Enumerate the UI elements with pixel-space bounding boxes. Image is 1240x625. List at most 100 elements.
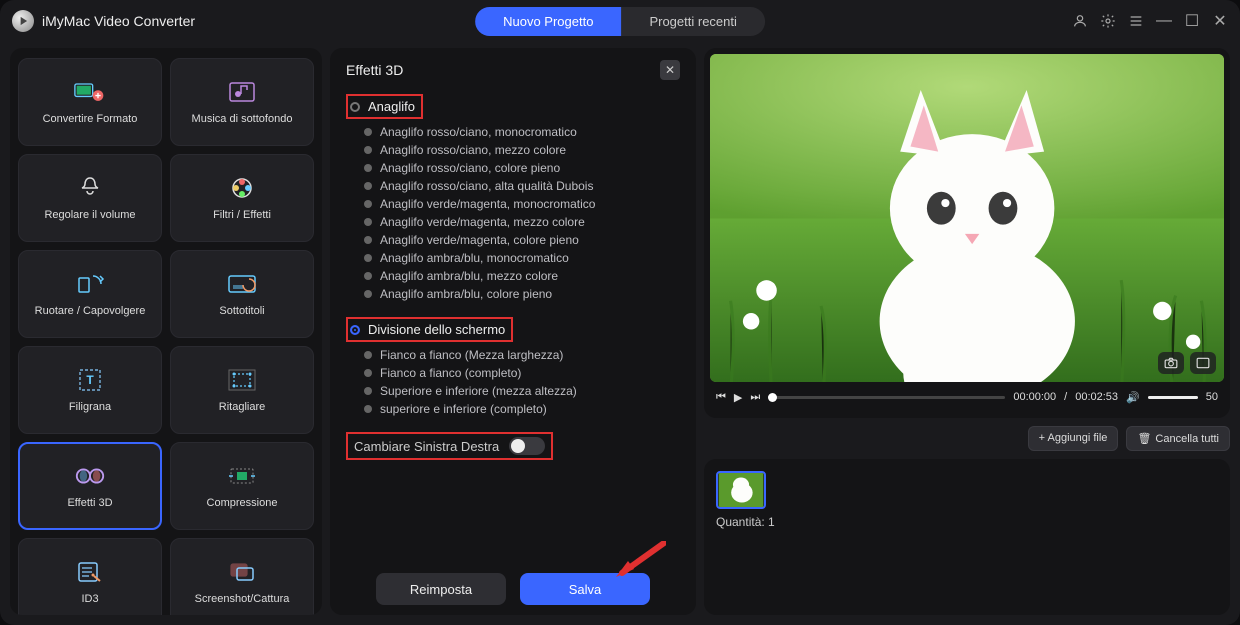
app-title: iMyMac Video Converter xyxy=(42,13,195,29)
option-label: Anaglifo rosso/ciano, alta qualità Duboi… xyxy=(380,179,593,193)
option-label: Superiore e inferiore (mezza altezza) xyxy=(380,384,577,398)
watermark-icon: T xyxy=(74,367,106,393)
sidebar-item-background-music[interactable]: Musica di sottofondo xyxy=(170,58,314,146)
tab-new-project[interactable]: Nuovo Progetto xyxy=(475,7,621,36)
sidebar-item-adjust-volume[interactable]: Regolare il volume xyxy=(18,154,162,242)
sidebar-item-subtitles[interactable]: Sottotitoli xyxy=(170,250,314,338)
svg-text:T: T xyxy=(86,373,94,387)
option-label: Fianco a fianco (Mezza larghezza) xyxy=(380,348,563,362)
reset-button[interactable]: Reimposta xyxy=(376,573,506,605)
clear-all-button[interactable]: 🗑Cancella tutti xyxy=(1126,426,1230,451)
group-anaglyph-label: Anaglifo xyxy=(368,99,415,114)
close-button[interactable]: ✕ xyxy=(1212,13,1228,29)
sidebar-item-label: Filtri / Effetti xyxy=(213,209,271,221)
sidebar-item-filters-effects[interactable]: Filtri / Effetti xyxy=(170,154,314,242)
swap-lr-toggle[interactable] xyxy=(509,437,545,455)
seek-bar[interactable] xyxy=(768,396,1005,399)
split-option[interactable]: Fianco a fianco (completo) xyxy=(364,364,680,382)
tab-recent-projects[interactable]: Progetti recenti xyxy=(621,7,764,36)
sidebar-item-compression[interactable]: Compressione xyxy=(170,442,314,530)
option-label: Fianco a fianco (completo) xyxy=(380,366,521,380)
volume-icon[interactable]: 🔊 xyxy=(1126,391,1140,404)
rotate-flip-icon xyxy=(74,271,106,297)
option-label: Anaglifo rosso/ciano, colore pieno xyxy=(380,161,560,175)
split-option[interactable]: Fianco a fianco (Mezza larghezza) xyxy=(364,346,680,364)
snapshot-button[interactable] xyxy=(1158,352,1184,374)
anaglyph-option[interactable]: Anaglifo ambra/blu, monocromatico xyxy=(364,249,680,267)
anaglyph-option[interactable]: Anaglifo verde/magenta, monocromatico xyxy=(364,195,680,213)
radio-off-icon xyxy=(350,102,360,112)
player-controls: ⏮ ▶ ⏭ 00:00:00 / 00:02:53 🔊 50 xyxy=(710,382,1224,412)
sidebar-item-rotate-flip[interactable]: Ruotare / Capovolgere xyxy=(18,250,162,338)
menu-icon[interactable] xyxy=(1128,13,1144,29)
fullscreen-button[interactable] xyxy=(1190,352,1216,374)
bullet-icon xyxy=(364,128,372,136)
option-label: Anaglifo verde/magenta, monocromatico xyxy=(380,197,595,211)
option-label: Anaglifo verde/magenta, colore pieno xyxy=(380,233,579,247)
next-button[interactable]: ⏭ xyxy=(750,391,760,404)
option-label: Anaglifo ambra/blu, mezzo colore xyxy=(380,269,558,283)
anaglyph-option[interactable]: Anaglifo ambra/blu, colore pieno xyxy=(364,285,680,303)
bullet-icon xyxy=(364,236,372,244)
file-thumbnail[interactable] xyxy=(716,471,766,509)
anaglyph-option[interactable]: Anaglifo rosso/ciano, alta qualità Duboi… xyxy=(364,177,680,195)
anaglyph-option[interactable]: Anaglifo verde/magenta, colore pieno xyxy=(364,231,680,249)
file-list: Quantità: 1 xyxy=(704,459,1230,615)
minimize-button[interactable]: — xyxy=(1156,13,1172,29)
compression-icon xyxy=(226,463,258,489)
screenshot-capture-icon xyxy=(226,559,258,585)
anaglyph-option[interactable]: Anaglifo rosso/ciano, mezzo colore xyxy=(364,141,680,159)
anaglyph-option[interactable]: Anaglifo ambra/blu, mezzo colore xyxy=(364,267,680,285)
bullet-icon xyxy=(364,164,372,172)
sidebar: Convertire Formato Musica di sottofondoRe… xyxy=(10,48,322,615)
bullet-icon xyxy=(364,218,372,226)
sidebar-item-id3[interactable]: ID3 xyxy=(18,538,162,615)
bullet-icon xyxy=(364,369,372,377)
sidebar-item-label: ID3 xyxy=(81,593,98,605)
background-music-icon xyxy=(226,79,258,105)
sidebar-item-label: Ritagliare xyxy=(219,401,265,413)
volume-bar[interactable] xyxy=(1148,396,1198,399)
group-anaglyph[interactable]: Anaglifo xyxy=(346,94,423,119)
bullet-icon xyxy=(364,405,372,413)
anaglyph-option[interactable]: Anaglifo rosso/ciano, monocromatico xyxy=(364,123,680,141)
settings-icon[interactable] xyxy=(1100,13,1116,29)
sidebar-item-label: Screenshot/Cattura xyxy=(195,593,290,605)
volume-value: 50 xyxy=(1206,391,1218,403)
close-panel-button[interactable]: ✕ xyxy=(660,60,680,80)
bullet-icon xyxy=(364,290,372,298)
group-split-screen[interactable]: Divisione dello schermo xyxy=(346,317,513,342)
subtitles-icon xyxy=(226,271,258,297)
sidebar-item-watermark[interactable]: TFiligrana xyxy=(18,346,162,434)
radio-on-icon xyxy=(350,325,360,335)
split-option[interactable]: Superiore e inferiore (mezza altezza) xyxy=(364,382,680,400)
swap-lr-label: Cambiare Sinistra Destra xyxy=(354,439,499,454)
preview-area: ⏮ ▶ ⏭ 00:00:00 / 00:02:53 🔊 50 xyxy=(704,48,1230,418)
account-icon[interactable] xyxy=(1072,13,1088,29)
sidebar-item-label: Convertire Formato xyxy=(43,113,138,125)
save-button[interactable]: Salva xyxy=(520,573,650,605)
video-preview[interactable] xyxy=(710,54,1224,382)
option-label: Anaglifo ambra/blu, monocromatico xyxy=(380,251,569,265)
add-file-button[interactable]: + Aggiungi file xyxy=(1028,426,1119,451)
anaglyph-option[interactable]: Anaglifo rosso/ciano, colore pieno xyxy=(364,159,680,177)
anaglyph-option[interactable]: Anaglifo verde/magenta, mezzo colore xyxy=(364,213,680,231)
play-button[interactable]: ▶ xyxy=(734,391,742,404)
convert-format-icon xyxy=(74,79,106,105)
sidebar-item-3d-effects[interactable]: Effetti 3D xyxy=(18,442,162,530)
maximize-button[interactable]: ☐ xyxy=(1184,13,1200,29)
option-label: Anaglifo rosso/ciano, monocromatico xyxy=(380,125,577,139)
group-split-label: Divisione dello schermo xyxy=(368,322,505,337)
sidebar-item-screenshot-capture[interactable]: Screenshot/Cattura xyxy=(170,538,314,615)
file-quantity: Quantità: 1 xyxy=(716,515,1218,529)
split-option[interactable]: superiore e inferiore (completo) xyxy=(364,400,680,418)
option-label: Anaglifo rosso/ciano, mezzo colore xyxy=(380,143,566,157)
prev-button[interactable]: ⏮ xyxy=(716,391,726,404)
option-label: Anaglifo ambra/blu, colore pieno xyxy=(380,287,552,301)
id3-icon xyxy=(74,559,106,585)
sidebar-item-convert-format[interactable]: Convertire Formato xyxy=(18,58,162,146)
crop-icon xyxy=(226,367,258,393)
sidebar-item-crop[interactable]: Ritagliare xyxy=(170,346,314,434)
sidebar-item-label: Effetti 3D xyxy=(67,497,112,509)
time-current: 00:00:00 xyxy=(1013,391,1056,403)
